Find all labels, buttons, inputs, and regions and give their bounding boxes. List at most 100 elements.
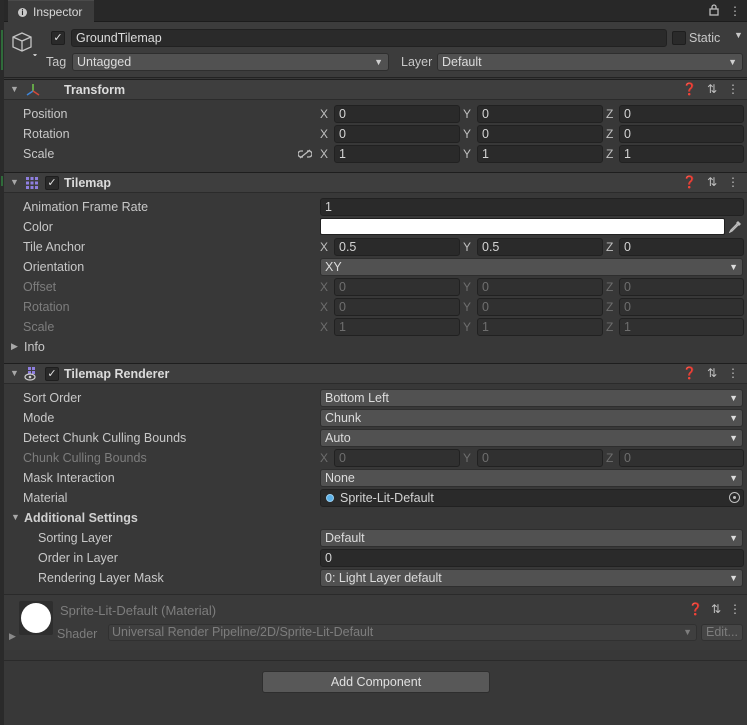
chunk-bounds-x-field: 0 (334, 449, 460, 467)
sort-order-dropdown[interactable]: Bottom Left ▼ (320, 389, 743, 407)
preset-icon[interactable]: ⇅ (707, 175, 717, 189)
help-icon[interactable]: ❓ (682, 82, 697, 96)
axis-z-label[interactable]: Z (606, 107, 613, 121)
tilemap-renderer-header[interactable]: ▼ ✓ Tilemap Renderer ❓ ⇅ ⋮ (4, 363, 747, 384)
help-icon[interactable]: ❓ (682, 175, 697, 189)
component-title: Tilemap (64, 176, 112, 190)
axis-y-label[interactable]: Y (463, 147, 471, 161)
info-label: Info (24, 340, 45, 354)
axis-y-label: Y (463, 320, 472, 334)
static-checkbox[interactable] (672, 31, 686, 45)
add-component-button[interactable]: Add Component (262, 671, 490, 693)
chevron-down-icon: ▼ (683, 627, 692, 637)
tile-anchor-y-field[interactable]: 0.5 (477, 238, 603, 256)
detect-bounds-dropdown[interactable]: Auto ▼ (320, 429, 743, 447)
mode-dropdown[interactable]: Chunk ▼ (320, 409, 743, 427)
offset-y-field: 0 (477, 278, 603, 296)
tab-inspector[interactable]: i Inspector (8, 0, 94, 23)
help-icon[interactable]: ❓ (682, 366, 697, 380)
axis-z-label[interactable]: Z (606, 240, 613, 254)
context-menu-icon[interactable]: ⋮ (729, 602, 741, 616)
position-x-field[interactable]: 0 (334, 105, 460, 123)
eyedropper-icon[interactable] (729, 220, 742, 233)
rotation-y-field[interactable]: 0 (477, 125, 603, 143)
static-dropdown-arrow[interactable]: ▼ (734, 30, 743, 40)
tile-anchor-x-field[interactable]: 0.5 (334, 238, 460, 256)
mask-interaction-dropdown[interactable]: None ▼ (320, 469, 743, 487)
edge-marker (1, 30, 3, 70)
rendering-layer-mask-row: Rendering Layer Mask 0: Light Layer defa… (4, 568, 747, 588)
fold-arrow-icon[interactable]: ▶ (11, 341, 18, 352)
axis-y-label[interactable]: Y (463, 240, 471, 254)
preset-icon[interactable]: ⇅ (711, 602, 721, 616)
sorting-layer-dropdown[interactable]: Default ▼ (320, 529, 743, 547)
order-in-layer-field[interactable]: 0 (320, 549, 744, 567)
gameobject-cube-icon (12, 32, 37, 56)
constrain-proportions-icon[interactable] (298, 149, 312, 159)
tag-dropdown[interactable]: Untagged ▼ (72, 53, 389, 71)
info-foldout[interactable]: ▶ Info (4, 337, 747, 357)
rotation-x-field[interactable]: 0 (334, 125, 460, 143)
mask-value: None (325, 471, 355, 485)
field-label: Animation Frame Rate (23, 200, 149, 214)
additional-settings-label: Additional Settings (24, 511, 138, 525)
rotation-z-field[interactable]: 0 (619, 125, 744, 143)
field-label: Position (23, 107, 68, 121)
axis-x-label[interactable]: X (320, 127, 328, 141)
fold-arrow-icon[interactable]: ▼ (11, 512, 20, 522)
renderer-enabled-checkbox[interactable]: ✓ (45, 367, 59, 381)
material-preview-sphere (21, 603, 51, 633)
context-menu-icon[interactable]: ⋮ (727, 366, 739, 380)
fold-arrow-icon[interactable]: ▼ (10, 368, 19, 378)
tile-anchor-z-field[interactable]: 0 (619, 238, 744, 256)
field-label: Material (23, 491, 68, 505)
scale-y-field[interactable]: 1 (477, 145, 603, 163)
lock-icon[interactable] (709, 4, 719, 16)
object-picker-icon[interactable] (729, 492, 740, 503)
axis-z-label[interactable]: Z (606, 147, 613, 161)
tilemap-rotation-z-field: 0 (619, 298, 744, 316)
layer-dropdown[interactable]: Default ▼ (437, 53, 743, 71)
offset-row: Offset X 0 Y 0 Z 0 (4, 277, 747, 297)
field-label: Mask Interaction (23, 471, 115, 485)
axis-z-label[interactable]: Z (606, 127, 613, 141)
preset-icon[interactable]: ⇅ (707, 82, 717, 96)
help-icon[interactable]: ❓ (688, 602, 703, 616)
tilemap-header[interactable]: ▼ ✓ Tilemap ❓ ⇅ ⋮ (4, 172, 747, 193)
fold-arrow-icon[interactable]: ▼ (10, 84, 19, 94)
context-menu-icon[interactable]: ⋮ (727, 82, 739, 96)
color-row: Color (4, 217, 747, 237)
chunk-culling-bounds-row: Chunk Culling Bounds X 0 Y 0 Z 0 (4, 448, 747, 468)
axis-x-label[interactable]: X (320, 147, 328, 161)
axis-y-label[interactable]: Y (463, 107, 471, 121)
tilemap-enabled-checkbox[interactable]: ✓ (45, 176, 59, 190)
preset-icon[interactable]: ⇅ (707, 366, 717, 380)
field-label: Detect Chunk Culling Bounds (23, 431, 187, 445)
scale-x-field[interactable]: 1 (334, 145, 460, 163)
gameobject-name-field[interactable]: GroundTilemap (71, 29, 667, 47)
rendering-layer-mask-dropdown[interactable]: 0: Light Layer default ▼ (320, 569, 743, 587)
additional-settings-foldout[interactable]: ▼ Additional Settings (4, 508, 747, 528)
axis-y-label[interactable]: Y (463, 127, 471, 141)
orientation-dropdown[interactable]: XY ▼ (320, 258, 743, 276)
transform-icon (26, 84, 40, 96)
transform-header[interactable]: ▼ Transform ❓ ⇅ ⋮ (4, 79, 747, 100)
field-label: Mode (23, 411, 55, 425)
fold-arrow-icon[interactable]: ▶ (9, 631, 16, 642)
component-controls: ❓ ⇅ ⋮ (682, 82, 739, 96)
chunk-bounds-y-field: 0 (477, 449, 603, 467)
fold-arrow-icon[interactable]: ▼ (10, 177, 19, 187)
material-object-field[interactable]: Sprite-Lit-Default (320, 489, 744, 507)
axis-x-label[interactable]: X (320, 240, 328, 254)
position-y-field[interactable]: 0 (477, 105, 603, 123)
color-swatch[interactable] (320, 218, 725, 235)
offset-z-field: 0 (619, 278, 744, 296)
animation-frame-rate-field[interactable]: 1 (320, 198, 744, 216)
position-z-field[interactable]: 0 (619, 105, 744, 123)
active-checkbox[interactable]: ✓ (51, 31, 65, 45)
axis-x-label: X (320, 320, 329, 334)
context-menu-icon[interactable]: ⋮ (727, 175, 739, 189)
more-menu-icon[interactable]: ⋮ (729, 4, 741, 18)
scale-z-field[interactable]: 1 (619, 145, 744, 163)
axis-x-label[interactable]: X (320, 107, 328, 121)
